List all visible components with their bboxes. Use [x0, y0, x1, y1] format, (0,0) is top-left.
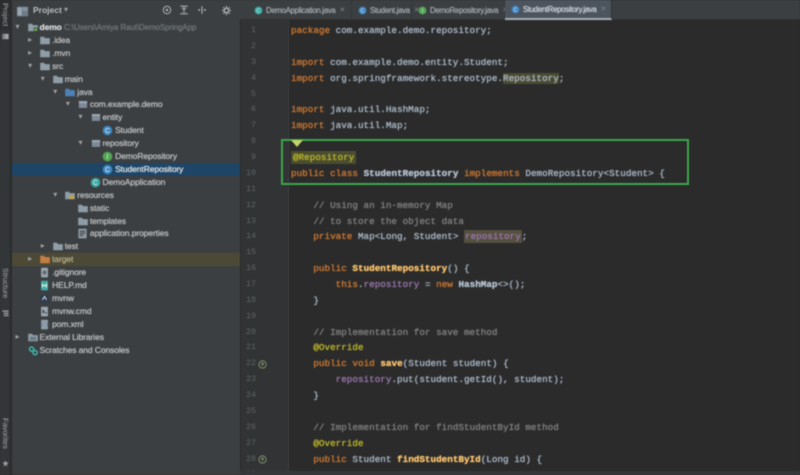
svg-text:C: C: [513, 7, 517, 13]
svg-text:C: C: [93, 180, 98, 187]
svg-text:C: C: [105, 167, 110, 174]
svg-text:I: I: [107, 154, 109, 161]
svg-text:C: C: [105, 128, 110, 135]
svg-text:C: C: [256, 8, 260, 14]
svg-text:C: C: [360, 8, 364, 14]
